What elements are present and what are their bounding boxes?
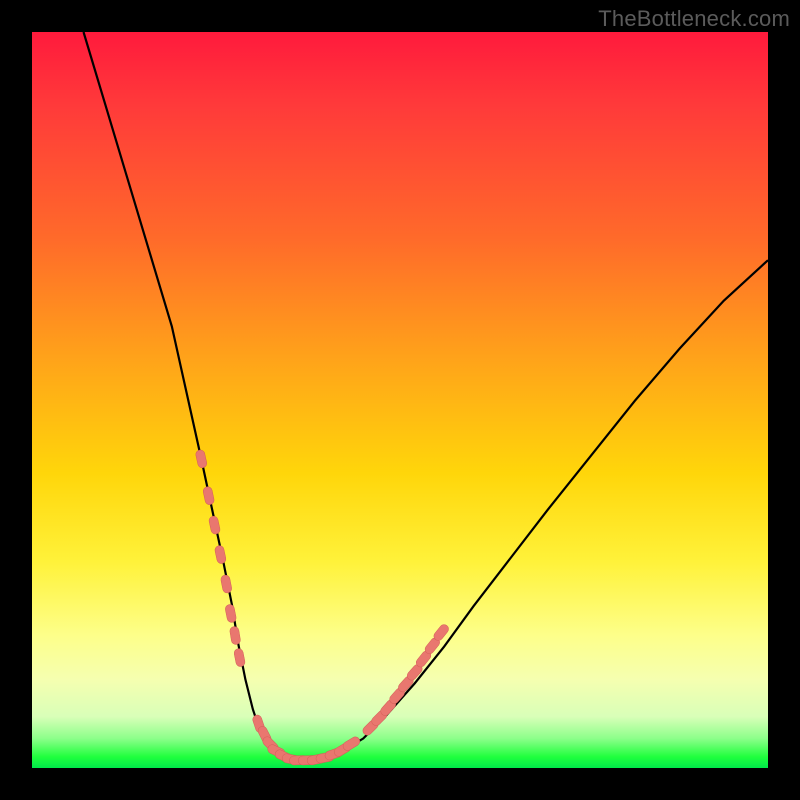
marker-layer [195,449,450,766]
curve-marker [229,626,241,645]
curve-marker [208,515,221,534]
curve-marker [214,545,227,564]
curve-svg [32,32,768,768]
watermark-label: TheBottleneck.com [598,6,790,32]
curve-marker [220,574,232,593]
curve-marker [233,648,245,667]
plot-area [32,32,768,768]
curve-marker [202,486,215,505]
curve-marker [225,604,237,623]
chart-frame: TheBottleneck.com [0,0,800,800]
curve-marker [195,449,208,469]
